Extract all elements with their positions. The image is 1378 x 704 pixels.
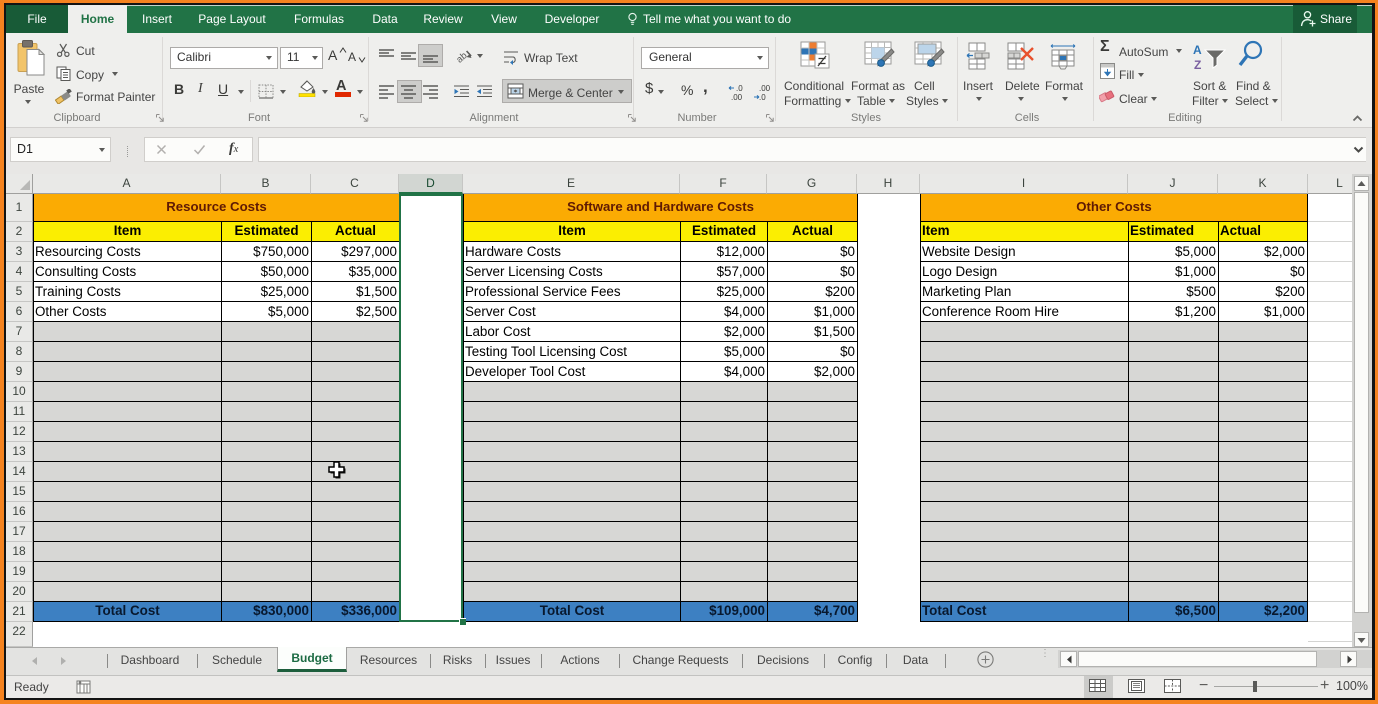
svg-text:.0: .0 xyxy=(736,84,743,93)
svg-text:A: A xyxy=(1193,43,1202,57)
svg-text:.00: .00 xyxy=(731,93,743,101)
svg-text:Z: Z xyxy=(1194,58,1201,71)
svg-text:.0: .0 xyxy=(759,93,766,101)
svg-text:.00: .00 xyxy=(759,84,771,93)
